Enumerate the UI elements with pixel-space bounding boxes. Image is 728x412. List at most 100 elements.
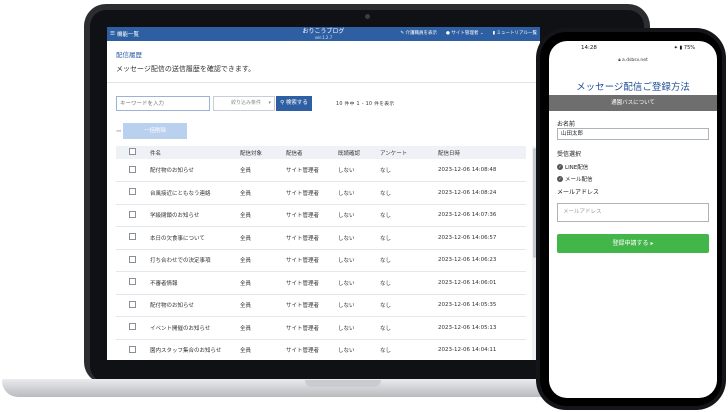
table-row[interactable]: 本日の⽋食事について 全員 サイト管理者 しない なし 2023-12-06 14:06:… [116, 227, 526, 250]
url-bar[interactable]: 🔒︎ a.dsbsv.net [549, 55, 717, 67]
name-field[interactable]: 山田太郎 [557, 128, 709, 140]
page-title: 配信履歴 [116, 51, 142, 59]
cell-survey: なし [380, 348, 392, 355]
cell-survey: なし [380, 190, 392, 197]
row-checkbox[interactable] [128, 188, 136, 196]
cell-datetime: 2023-12-06 14:06:01 [438, 279, 497, 286]
table-row[interactable]: 不審者情報 全員 サイト管理者 しない なし 2023-12-06 14:06:01 [116, 272, 526, 295]
check-icon: ✓ [557, 164, 563, 170]
cell-datetime: 2023-12-06 14:06:23 [438, 257, 497, 264]
cell-sender: サイト管理者 [286, 213, 320, 220]
cell-subject[interactable]: 打ち合わせでの決定事項 [148, 249, 238, 272]
cell-sender: サイト管理者 [286, 168, 320, 174]
cell-datetime: 2023-12-06 14:05:35 [438, 302, 497, 309]
cell-sender: サイト管理者 [286, 348, 320, 355]
cell-subject[interactable]: イベント開催のお知らせ [148, 317, 238, 340]
cell-subject[interactable]: 配付物のお知らせ [148, 294, 238, 317]
cell-subject[interactable]: 不審者情報 [148, 272, 238, 295]
name-label: お名前 [557, 121, 576, 128]
top-navigation-bar: ☰ 機能一覧 おりこうブログ ver.1.2.7 ✎ 介護職員を表示 ● サイト… [107, 27, 540, 41]
cell-sender: サイト管理者 [286, 190, 320, 197]
cell-survey: なし [380, 280, 392, 287]
cell-target: 全員 [240, 280, 252, 287]
cell-survey: なし [380, 303, 392, 310]
laptop-screen: ☰ 機能一覧 おりこうブログ ver.1.2.7 ✎ 介護職員を表示 ● サイト… [107, 27, 540, 360]
table-row[interactable]: イベント開催のお知らせ 全員 サイト管理者 しない なし 2023-12-06 14:05… [116, 317, 526, 340]
cell-read: しない [338, 190, 355, 197]
header-datetime: 配信日時 [438, 150, 461, 157]
cell-survey: なし [380, 258, 392, 265]
status-time: 14:28 [581, 45, 597, 51]
cell-read: しない [338, 258, 355, 265]
cell-sender: サイト管理者 [286, 303, 320, 310]
cell-target: 全員 [240, 168, 252, 174]
toolbar-item-admin[interactable]: ● サイト管理者 ⌄ [446, 30, 484, 36]
table-row[interactable]: 台風接近にともなう連絡 全員 サイト管理者 しない なし 2023-12-06 14:08… [116, 182, 526, 205]
lock-icon: 🔒︎ [618, 58, 621, 63]
cell-survey: なし [380, 235, 392, 242]
cell-datetime: 2023-12-06 14:04:11 [438, 347, 497, 354]
row-checkbox[interactable] [128, 255, 136, 263]
option-line[interactable]: ✓ LINE配信 [557, 163, 588, 171]
cell-read: しない [338, 325, 355, 332]
toolbar: ✎ 介護職員を表示 ● サイト管理者 ⌄ ▮ ミュートリアル一覧 [400, 30, 537, 36]
table-row[interactable]: 学級閉鎖のお知らせ 全員 サイト管理者 しない なし 2023-12-06 14:07:3… [116, 204, 526, 227]
row-checkbox[interactable] [128, 233, 136, 241]
bulk-delete-button[interactable]: 一括削除 [123, 123, 187, 139]
cell-subject[interactable]: 園内スタッフ集合のお知らせ [148, 339, 238, 360]
cell-subject[interactable]: 本日の⽋食事について [148, 227, 238, 250]
row-checkbox[interactable] [128, 300, 136, 308]
status-bar: 14:28 ✦ ▮ 75% [549, 41, 717, 55]
form-title: メッセージ配信ご登録方法 [576, 82, 690, 93]
table-row[interactable]: 配付物のお知らせ 全員 サイト管理者 しない なし 2023-12-06 14:05:35 [116, 294, 526, 317]
toolbar-item-staff[interactable]: ✎ 介護職員を表示 [400, 30, 437, 36]
cell-read: しない [338, 348, 355, 355]
section-header: 通園バスについて [549, 95, 717, 111]
table-row[interactable]: 打ち合わせでの決定事項 全員 サイト管理者 しない なし 2023-12-06 14:06… [116, 249, 526, 272]
email-field[interactable]: メールアドレス [557, 203, 709, 222]
cell-target: 全員 [240, 303, 252, 310]
mail-label: メールアドレス [557, 189, 600, 196]
brand-name: おりこうブログ [302, 28, 345, 35]
table-row[interactable]: 園内スタッフ集合のお知らせ 全員 サイト管理者 しない なし 2023-12-06 14:… [116, 339, 526, 360]
header-sender: 配信者 [286, 150, 303, 157]
row-checkbox[interactable] [128, 165, 136, 173]
cell-datetime: 2023-12-06 14:08:24 [438, 189, 497, 196]
history-table: 件名 配信対象 配信者 既読確認 アンケート 配信日時 配付物のお知らせ 全員 サイ… [116, 146, 526, 360]
status-indicators: ✦ ▮ 75% [673, 45, 695, 51]
toolbar-item-tutorial[interactable]: ▮ ミュートリアル一覧 [493, 30, 537, 36]
result-count: 10 件中 1 - 10 件を表示 [336, 102, 395, 107]
row-checkbox[interactable] [128, 323, 136, 331]
header-target: 配信対象 [240, 150, 263, 157]
submit-button[interactable]: 登録申請する ▸ [557, 234, 709, 253]
header-survey: アンケート [380, 150, 408, 157]
option-mail[interactable]: ✓ メール配信 [557, 175, 593, 183]
cell-subject[interactable]: 台風接近にともなう連絡 [148, 182, 238, 205]
cell-survey: なし [380, 325, 392, 332]
cell-datetime: 2023-12-06 14:08:48 [438, 167, 497, 173]
table-header-row: 件名 配信対象 配信者 既読確認 アンケート 配信日時 [116, 146, 526, 159]
cell-target: 全員 [240, 190, 252, 197]
cell-sender: サイト管理者 [286, 325, 320, 332]
table-row[interactable]: 配付物のお知らせ 全員 サイト管理者 しない なし 2023-12-06 14:08:48 [116, 159, 526, 182]
cell-read: しない [338, 168, 355, 174]
chevron-down-icon: ▾ [268, 100, 271, 106]
cell-sender: サイト管理者 [286, 235, 320, 242]
cell-subject[interactable]: 学級閉鎖のお知らせ [148, 204, 238, 227]
row-checkbox[interactable] [128, 345, 136, 353]
row-checkbox[interactable] [128, 210, 136, 218]
search-input[interactable] [116, 96, 210, 111]
cell-survey: なし [380, 213, 392, 220]
cell-target: 全員 [240, 325, 252, 332]
cell-sender: サイト管理者 [286, 280, 320, 287]
cell-target: 全員 [240, 235, 252, 242]
row-checkbox[interactable] [128, 278, 136, 286]
cell-datetime: 2023-12-06 14:05:13 [438, 324, 497, 331]
cell-subject[interactable]: 配付物のお知らせ [148, 159, 238, 182]
filter-select[interactable]: 絞り込み条件 ▾ [213, 96, 275, 111]
check-icon: ✓ [557, 176, 563, 182]
cell-target: 全員 [240, 258, 252, 265]
cell-datetime: 2023-12-06 14:07:36 [438, 212, 497, 219]
select-all-checkbox[interactable] [128, 148, 136, 155]
search-button[interactable]: ⚲ 検索する [276, 96, 312, 111]
